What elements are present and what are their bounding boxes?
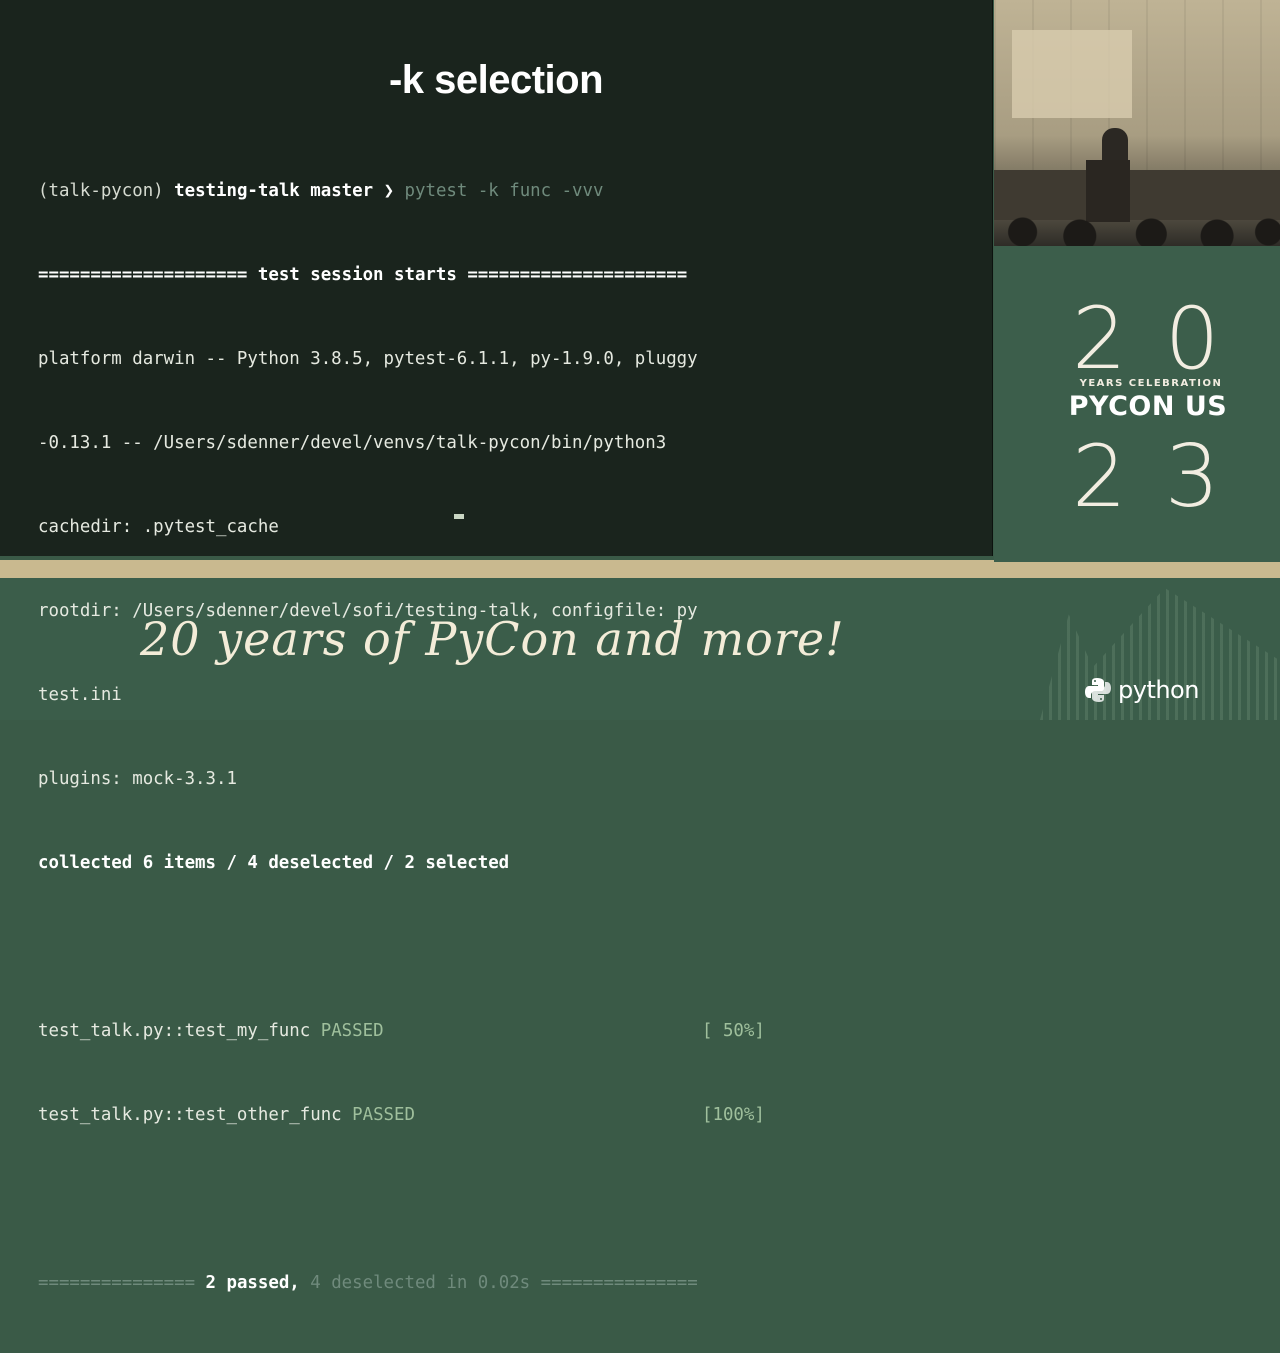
result-2-name: test_talk.py::test_other_func (38, 1105, 342, 1125)
badge-celebration-text: YEARS CELEBRATION (1079, 378, 1223, 389)
result-1-name: test_talk.py::test_my_func (38, 1021, 311, 1041)
terminal-output: (talk-pycon) testing-talk master ❯ pytes… (38, 121, 798, 1353)
badge-bottom-digits: 23 (1072, 427, 1258, 527)
result-row-2: test_talk.py::test_other_func PASSED [100… (38, 1101, 798, 1129)
result-row-1: test_talk.py::test_my_func PASSED [ 50%] (38, 1017, 798, 1045)
prompt-branch: master (310, 181, 374, 201)
result-2-status: PASSED (352, 1105, 415, 1125)
badge-top-digits: 20 (1072, 289, 1258, 389)
terminal-cursor (454, 514, 464, 519)
prompt-command: pytest -k func -vvv (404, 181, 604, 201)
terminal-prompt-line: (talk-pycon) testing-talk master ❯ pytes… (38, 177, 798, 205)
python-logo: python (1084, 676, 1199, 704)
plugins-line: plugins: mock-3.3.1 (38, 769, 237, 789)
cachedir-line: cachedir: .pytest_cache (38, 517, 279, 537)
camera-audience (994, 208, 1280, 246)
badge-pycon-name: PYCON US (1068, 391, 1228, 422)
collected-line: collected 6 items / 4 deselected / 2 sel… (38, 853, 510, 873)
summary-rule-left: =============== (38, 1273, 196, 1293)
summary-line: =============== 2 passed, 4 deselected i… (38, 1269, 798, 1297)
platform-line-1: platform darwin -- Python 3.8.5, pytest-… (38, 349, 698, 369)
slide-title: -k selection (388, 58, 604, 102)
camera-projection-screen (1012, 30, 1132, 118)
session-start-line: ==================== test session starts… (38, 261, 798, 289)
rootdir-line-2: test.ini (38, 685, 122, 705)
result-1-status: PASSED (320, 1021, 384, 1041)
session-rule-right: ===================== (467, 265, 688, 285)
speaker-camera-view (994, 0, 1280, 246)
python-logo-text: python (1118, 676, 1199, 704)
summary-rest: 4 deselected in 0.02s (310, 1273, 531, 1293)
python-snake-icon (1085, 678, 1111, 702)
result-1-percent: [ 50%] (702, 1021, 765, 1041)
result-2-percent: [100%] (702, 1105, 765, 1125)
prompt-arrow-icon: ❯ (383, 181, 395, 201)
footer-tagline: 20 years of PyCon and more! (140, 612, 845, 666)
summary-passed: 2 passed, (205, 1273, 300, 1293)
prompt-dir: testing-talk (174, 181, 300, 201)
session-start-text: test session starts (257, 265, 457, 285)
session-rule-left: ==================== (38, 265, 248, 285)
prompt-env: (talk-pycon) (38, 181, 164, 201)
presentation-slide: -k selection (talk-pycon) testing-talk m… (0, 0, 993, 1293)
summary-rule-right: =============== (540, 1273, 698, 1293)
platform-line-2: -0.13.1 -- /Users/sdenner/devel/venvs/ta… (38, 433, 667, 453)
